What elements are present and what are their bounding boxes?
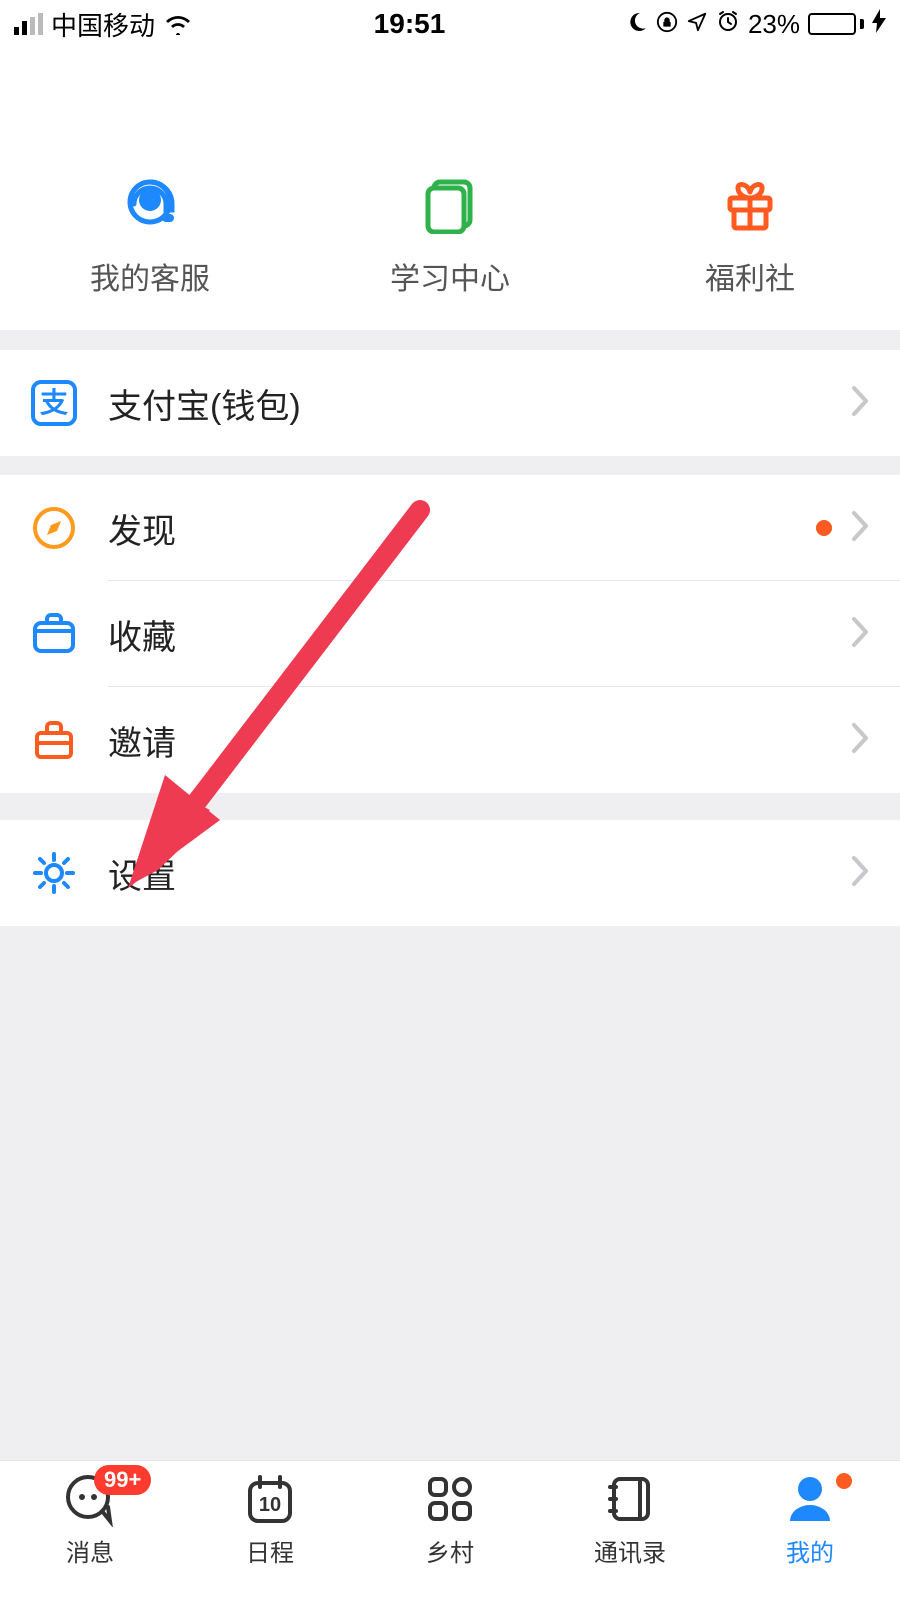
calendar-icon: 10 — [242, 1471, 298, 1527]
chevron-right-icon — [850, 615, 870, 654]
row-label: 支付宝(钱包) — [108, 379, 850, 428]
shortcut-label: 福利社 — [705, 254, 795, 298]
list-group-1: 支 支付宝(钱包) — [0, 350, 900, 456]
status-bar: 中国移动 19:51 23% — [0, 0, 900, 48]
gift-icon — [720, 172, 780, 236]
folder-icon — [30, 610, 78, 658]
tab-label: 乡村 — [426, 1533, 474, 1568]
briefcase-icon — [30, 716, 78, 764]
compass-icon — [30, 504, 78, 552]
screen: 中国移动 19:51 23% — [0, 0, 900, 1600]
row-settings[interactable]: 设置 — [0, 820, 900, 926]
row-label: 邀请 — [108, 716, 850, 765]
shortcut-learning-center[interactable]: 学习中心 — [300, 140, 600, 330]
status-left: 中国移动 — [14, 6, 193, 43]
charging-icon — [872, 9, 886, 40]
tab-village[interactable]: 乡村 — [360, 1471, 540, 1600]
tab-label: 日程 — [246, 1533, 294, 1568]
moon-icon — [626, 9, 648, 40]
row-label: 发现 — [108, 504, 816, 553]
battery-icon — [808, 13, 864, 35]
tab-contacts[interactable]: 通讯录 — [540, 1471, 720, 1600]
list-group-3: 设置 — [0, 820, 900, 926]
chevron-right-icon — [850, 384, 870, 423]
status-time: 19:51 — [374, 8, 446, 40]
gear-icon — [30, 849, 78, 897]
notification-dot — [816, 520, 832, 536]
signal-icon — [14, 13, 43, 35]
tab-label: 我的 — [786, 1533, 834, 1568]
carrier-label: 中国移动 — [51, 6, 155, 43]
book-icon — [420, 172, 480, 236]
notification-dot — [836, 1473, 852, 1489]
row-favorite[interactable]: 收藏 — [0, 581, 900, 687]
shortcut-row: 我的客服 学习中心 福利社 — [0, 140, 900, 330]
location-icon — [686, 9, 708, 40]
profile-icon — [782, 1471, 838, 1527]
status-right: 23% — [626, 9, 886, 40]
list-group-2: 发现 收藏 邀请 — [0, 475, 900, 793]
tab-label: 消息 — [66, 1533, 114, 1568]
row-invite[interactable]: 邀请 — [0, 687, 900, 793]
shortcut-welfare[interactable]: 福利社 — [600, 140, 900, 330]
profile-area — [0, 48, 900, 140]
lock-icon — [656, 9, 678, 40]
alarm-icon — [716, 9, 740, 40]
svg-text:10: 10 — [259, 1494, 281, 1516]
tab-label: 通讯录 — [594, 1533, 666, 1568]
tab-messages[interactable]: 99+ 消息 — [0, 1471, 180, 1600]
badge-count: 99+ — [94, 1465, 151, 1495]
headset-icon — [120, 172, 180, 236]
row-label: 收藏 — [108, 610, 850, 659]
alipay-icon: 支 — [30, 379, 78, 427]
grid-icon — [422, 1471, 478, 1527]
row-label: 设置 — [108, 849, 850, 898]
wifi-icon — [163, 13, 193, 35]
addressbook-icon — [602, 1471, 658, 1527]
chevron-right-icon — [850, 721, 870, 760]
row-discover[interactable]: 发现 — [0, 475, 900, 581]
chevron-right-icon — [850, 854, 870, 893]
tab-mine[interactable]: 我的 — [720, 1471, 900, 1600]
tab-schedule[interactable]: 10 日程 — [180, 1471, 360, 1600]
battery-percent: 23% — [748, 9, 800, 40]
svg-text:支: 支 — [40, 387, 68, 418]
tab-bar: 99+ 消息 10 日程 乡村 通讯录 我的 — [0, 1460, 900, 1600]
shortcut-label: 我的客服 — [90, 254, 210, 298]
shortcut-label: 学习中心 — [390, 254, 510, 298]
chevron-right-icon — [850, 509, 870, 548]
shortcut-customer-service[interactable]: 我的客服 — [0, 140, 300, 330]
row-alipay[interactable]: 支 支付宝(钱包) — [0, 350, 900, 456]
